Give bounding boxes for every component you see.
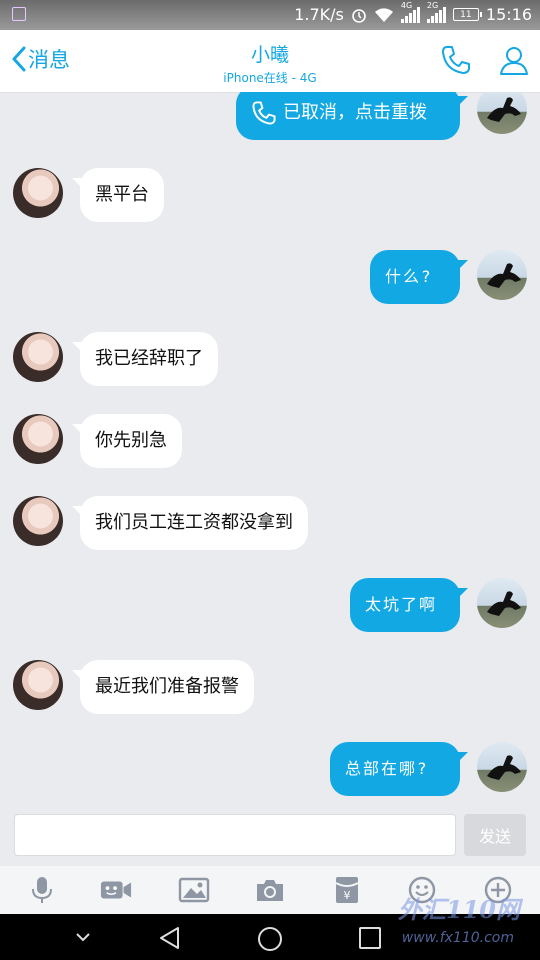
watermark-url: www.fx110.com bbox=[401, 930, 514, 946]
watermark-logo: 外汇110网 bbox=[397, 895, 520, 924]
chat-header: 消息 小曦 iPhone在线 - 4G bbox=[0, 30, 540, 93]
message-text: 已取消，点击重拨 bbox=[283, 102, 427, 123]
video-icon[interactable] bbox=[100, 876, 132, 904]
my-avatar[interactable] bbox=[477, 92, 527, 134]
battery-icon: 11 bbox=[452, 8, 482, 21]
message-text: 我已经辞职了 bbox=[95, 348, 203, 369]
signal-icon-2g: 2G bbox=[426, 1, 446, 23]
phone-call-icon[interactable] bbox=[440, 44, 472, 76]
recents-nav-icon[interactable] bbox=[358, 926, 382, 950]
my-avatar[interactable] bbox=[477, 578, 527, 628]
wifi-icon bbox=[374, 7, 393, 22]
contact-avatar[interactable] bbox=[13, 414, 63, 464]
image-icon[interactable] bbox=[178, 876, 210, 904]
message-text: 什么? bbox=[385, 267, 433, 286]
message-text: 总部在哪? bbox=[345, 759, 429, 778]
alarm-icon bbox=[352, 8, 366, 23]
camera-icon[interactable] bbox=[254, 876, 286, 904]
contact-avatar[interactable] bbox=[13, 660, 63, 710]
my-avatar[interactable] bbox=[477, 742, 527, 792]
svg-text:¥: ¥ bbox=[344, 889, 351, 902]
status-bar: 1.7K/s 4G 2G 11 15:16 bbox=[0, 0, 540, 30]
red-packet-icon[interactable]: ¥ bbox=[331, 876, 363, 904]
message-bubble[interactable]: 什么? bbox=[370, 250, 468, 304]
message-text: 太坑了啊 bbox=[365, 595, 438, 614]
message-bubble[interactable]: 你先别急 bbox=[72, 414, 182, 468]
profile-icon[interactable] bbox=[498, 44, 530, 76]
message-bubble[interactable]: 总部在哪? bbox=[330, 742, 468, 796]
send-button[interactable]: 发送 bbox=[464, 814, 526, 856]
clock: 15:16 bbox=[485, 5, 532, 24]
message-text: 最近我们准备报警 bbox=[95, 676, 239, 697]
phone-icon bbox=[252, 101, 276, 125]
message-bubble[interactable]: 最近我们准备报警 bbox=[72, 660, 254, 714]
gallery-notification-icon bbox=[12, 7, 26, 21]
my-avatar[interactable] bbox=[477, 250, 527, 300]
message-text: 你先别急 bbox=[95, 430, 167, 451]
message-bubble[interactable]: 黑平台 bbox=[72, 168, 164, 222]
message-bubble[interactable]: 太坑了啊 bbox=[350, 578, 468, 632]
message-bubble[interactable]: 我们员工连工资都没拿到 bbox=[72, 496, 308, 550]
message-text: 我们员工连工资都没拿到 bbox=[95, 512, 293, 533]
back-nav-icon[interactable] bbox=[158, 926, 182, 950]
microphone-icon[interactable] bbox=[26, 876, 58, 904]
call-cancelled-bubble[interactable]: 已取消，点击重拨 bbox=[236, 92, 468, 140]
message-text: 黑平台 bbox=[95, 184, 149, 205]
contact-avatar[interactable] bbox=[13, 332, 63, 382]
contact-avatar[interactable] bbox=[13, 496, 63, 546]
message-list[interactable]: 已取消，点击重拨 黑平台 什么? 我已经辞职了 你先别急 我们员工连工资都没拿到… bbox=[0, 92, 540, 804]
network-speed: 1.7K/s bbox=[294, 5, 344, 24]
contact-avatar[interactable] bbox=[13, 168, 63, 218]
home-nav-icon[interactable] bbox=[257, 926, 283, 952]
chevron-down-icon[interactable] bbox=[74, 926, 92, 948]
signal-icon-4g: 4G bbox=[400, 1, 420, 23]
message-input[interactable] bbox=[14, 814, 456, 856]
message-bubble[interactable]: 我已经辞职了 bbox=[72, 332, 218, 386]
input-bar: 发送 bbox=[0, 804, 540, 866]
